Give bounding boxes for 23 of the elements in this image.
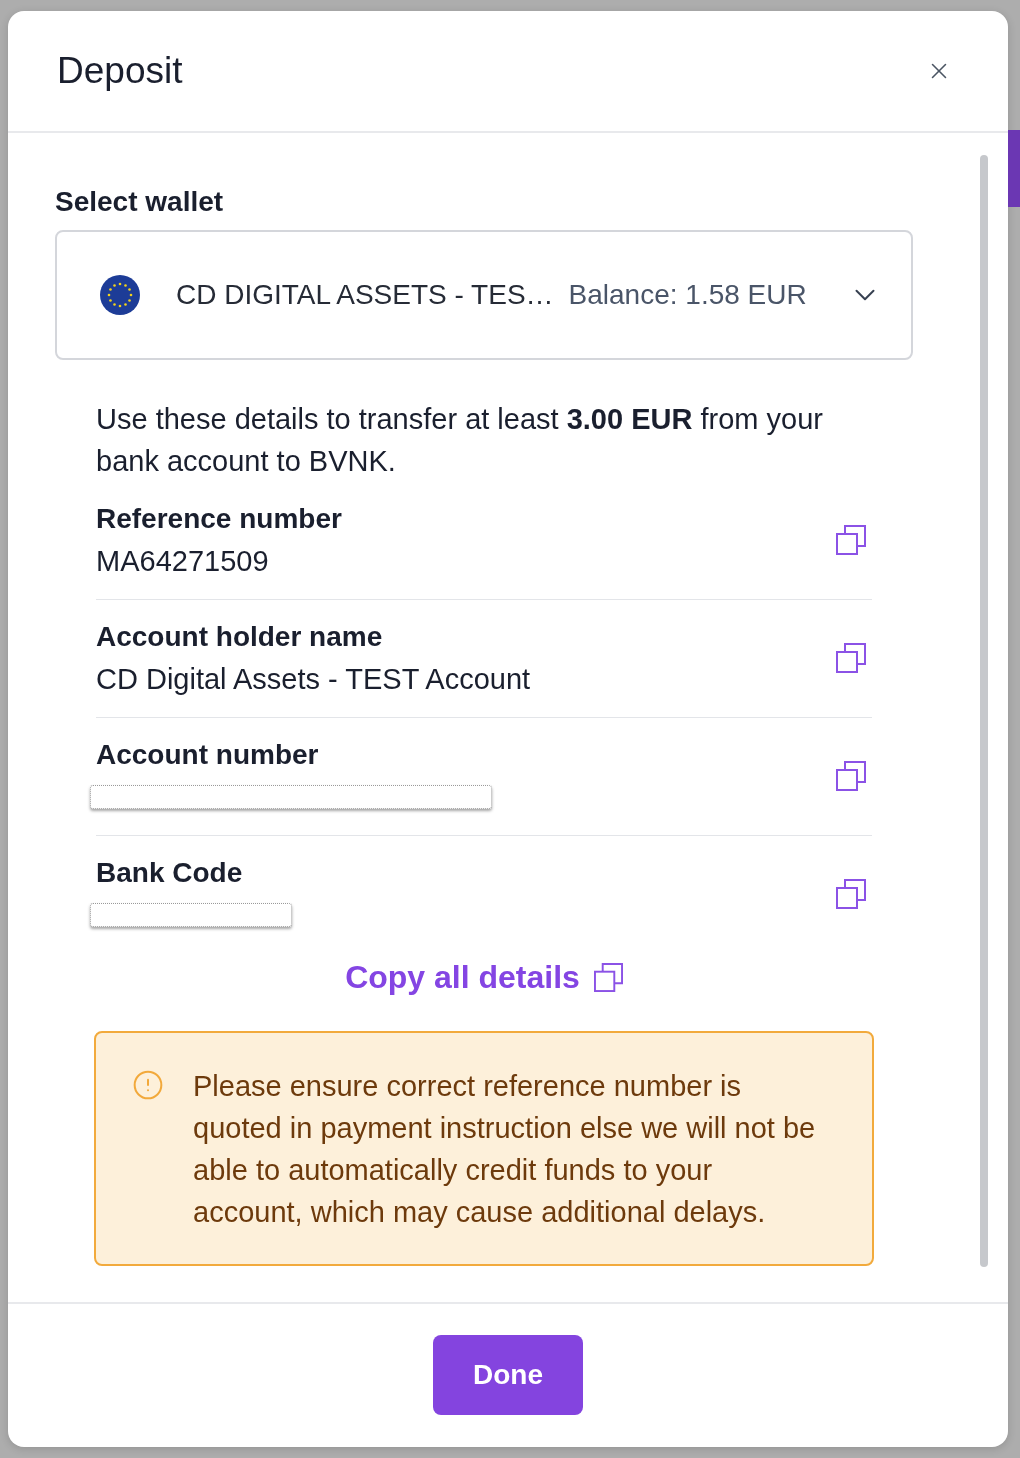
- copy-icon[interactable]: [836, 525, 866, 555]
- copy-icon[interactable]: [836, 879, 866, 909]
- wallet-name: CD DIGITAL ASSETS - TES…: [176, 279, 554, 311]
- warning-text: Please ensure correct reference number is quoted in payment instruction else we will not be able to automatically credit funds to your account, which may cause additional delays.: [193, 1069, 817, 1230]
- scrollbar[interactable]: [980, 155, 988, 1267]
- instructions-text: Use these details to transfer at least 3.00 EUR from your bank account to BVNK.: [96, 402, 824, 479]
- warning-icon: [132, 1069, 164, 1101]
- copy-icon[interactable]: [593, 962, 623, 992]
- copy-icon[interactable]: [836, 643, 866, 673]
- field-label: Select wallet: [55, 186, 225, 218]
- detail-label: Reference number: [96, 502, 342, 536]
- copy-all-details-link[interactable]: Copy all details: [345, 956, 623, 998]
- wallet-balance: Balance: 1.58 EUR: [568, 279, 807, 311]
- detail-label: Account holder name: [96, 620, 383, 654]
- done-button[interactable]: Done: [433, 1335, 583, 1415]
- detail-value: CD Digital Assets - TEST Account: [96, 662, 531, 697]
- copy-icon[interactable]: [836, 761, 866, 791]
- eu-flag-icon: [100, 275, 140, 315]
- dialog-title: Deposit: [57, 49, 183, 93]
- detail-label: Bank Code: [96, 856, 243, 890]
- detail-label: Account number: [96, 738, 319, 772]
- detail-value: MA64271509: [96, 544, 269, 579]
- wallet-select[interactable]: CD DIGITAL ASSETS - TES… Balance: 1.58 EUR: [55, 230, 913, 360]
